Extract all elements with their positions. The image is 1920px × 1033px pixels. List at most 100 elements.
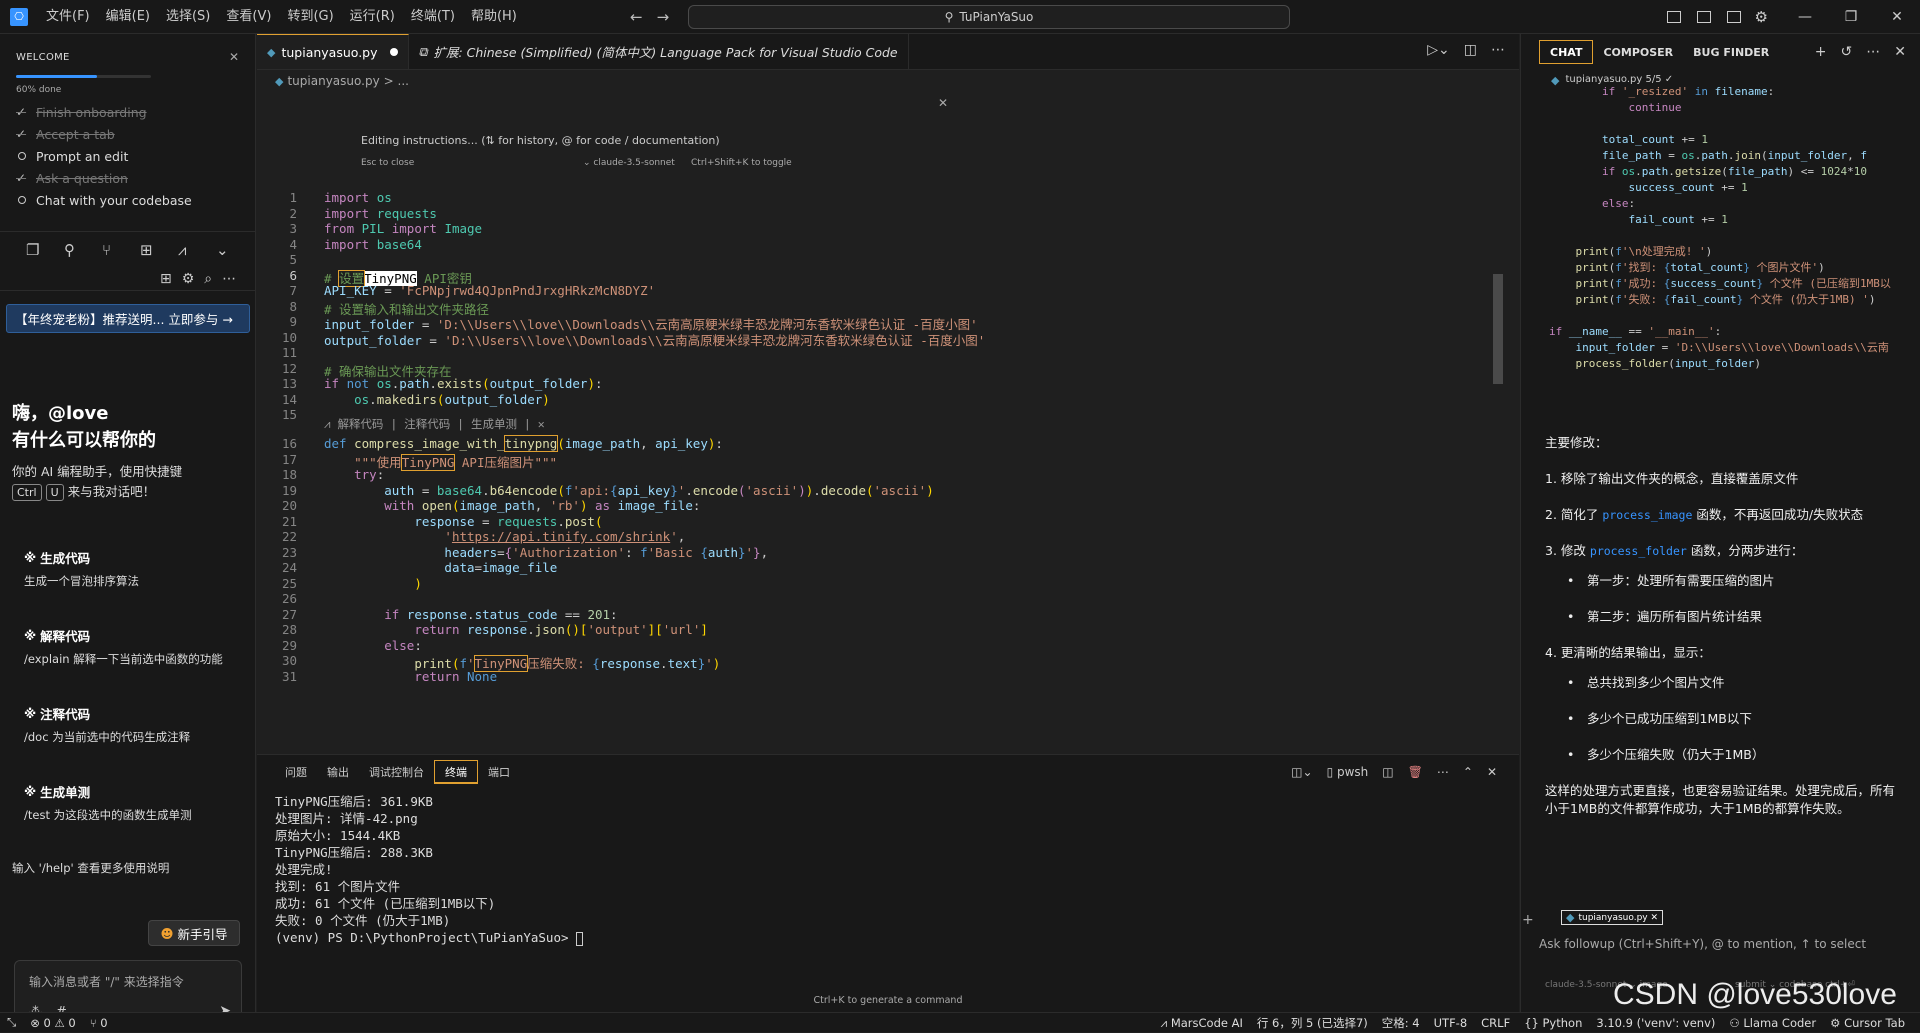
- divider: [0, 290, 256, 291]
- menu-run[interactable]: 运行(R): [342, 0, 403, 34]
- onboarding-item[interactable]: ✓ Finish onboarding: [16, 101, 241, 123]
- breadcrumb-file[interactable]: tupianyasuo.py: [287, 74, 379, 88]
- cursor-tab-status[interactable]: ⚙ Cursor Tab: [1823, 1016, 1912, 1030]
- line-number: 4: [289, 237, 297, 252]
- tab-problems[interactable]: 问题: [275, 760, 317, 784]
- menu-help[interactable]: 帮助(H): [463, 0, 525, 34]
- context-chip[interactable]: ◆ tupianyasuo.py ✕: [1561, 910, 1664, 925]
- split-editor-icon[interactable]: ◫: [1464, 42, 1477, 58]
- command-generate[interactable]: ※ 生成代码 生成一个冒泡排序算法: [24, 548, 250, 589]
- close-window-icon[interactable]: ✕: [1874, 9, 1920, 25]
- more-icon[interactable]: ⋯: [222, 271, 236, 287]
- extensions-icon[interactable]: ⊞: [140, 241, 178, 259]
- feedback-icon[interactable]: ⌕: [204, 271, 212, 287]
- code-editor[interactable]: 1 2 3 4 5 6 7 8 9 10 11 12 13 14 15 16 17 18 19 20 21 22 23 24 2…: [257, 184, 1505, 754]
- plus-icon[interactable]: +: [1815, 44, 1827, 60]
- inline-edit-prompt[interactable]: ✕ Editing instructions... (⇅ for history…: [349, 94, 1119, 184]
- toggle-sidebar-icon[interactable]: [1666, 11, 1681, 23]
- promo-banner[interactable]: 【年终宠老粉】推荐送明... 立即参与 →: [6, 304, 250, 333]
- codelens[interactable]: ⩘ 解释代码 | 注释代码 | 生成单测 | ✕: [324, 416, 545, 432]
- tab-tupianyasuo[interactable]: ◆ tupianyasuo.py: [257, 34, 409, 69]
- run-icon[interactable]: ▷⌄: [1427, 42, 1450, 58]
- scrollbar-thumb[interactable]: [1493, 274, 1503, 384]
- command-center-search[interactable]: ⚲ TuPianYaSuo: [688, 5, 1290, 29]
- guide-button[interactable]: ☻ 新手引导: [148, 920, 240, 946]
- search-icon[interactable]: ⚲: [64, 241, 102, 259]
- more-icon[interactable]: ⋯: [1866, 44, 1880, 60]
- editor-scrollbar[interactable]: [1491, 184, 1505, 754]
- maximize-panel-icon[interactable]: ⌃: [1463, 765, 1473, 779]
- indentation[interactable]: 空格: 4: [1375, 1015, 1427, 1031]
- terminal-output[interactable]: TinyPNG压缩后: 361.9KB 处理图片: 详情-42.png 原始大小: …: [275, 793, 1495, 993]
- python-interpreter[interactable]: 3.10.9 ('venv': venv): [1589, 1016, 1722, 1030]
- close-icon[interactable]: ✕: [1894, 44, 1906, 60]
- command-test[interactable]: ※ 生成单测 /test 为这段选中的函数生成单测: [24, 782, 250, 823]
- more-icon[interactable]: ⋯: [1437, 765, 1449, 779]
- onboarding-item[interactable]: ✓ Ask a question: [16, 167, 241, 189]
- llama-coder-status[interactable]: ⚇ Llama Coder: [1722, 1016, 1823, 1030]
- tab-output[interactable]: 输出: [317, 760, 359, 784]
- code-line: ): [414, 576, 422, 591]
- remote-icon[interactable]: ⤡: [0, 1015, 23, 1030]
- menu-go[interactable]: 转到(G): [279, 0, 341, 34]
- more-icon[interactable]: ⋯: [1491, 42, 1505, 58]
- trash-icon[interactable]: 🗑: [1408, 765, 1423, 779]
- code-line: os.makedirs(output_folder): [354, 392, 550, 407]
- unsaved-dot-icon[interactable]: [389, 48, 398, 56]
- tab-chat[interactable]: CHAT: [1539, 40, 1594, 64]
- encoding[interactable]: UTF-8: [1427, 1016, 1475, 1030]
- tab-bug-finder[interactable]: BUG FINDER: [1683, 40, 1779, 64]
- command-explain[interactable]: ※ 解释代码 /explain 解释一下当前选中函数的功能: [24, 626, 250, 667]
- terminal-line: 成功: 61 个文件 (已压缩到1MB以下): [275, 896, 496, 911]
- cursor-position[interactable]: 行 6，列 5 (已选择7): [1250, 1015, 1375, 1031]
- problems-status[interactable]: ⊗ 0 ⚠ 0: [23, 1016, 83, 1030]
- close-icon[interactable]: ✕: [938, 96, 948, 110]
- tab-terminal[interactable]: 终端: [434, 760, 478, 784]
- new-terminal-icon[interactable]: ◫⌄: [1291, 765, 1312, 779]
- plus-icon[interactable]: +: [1522, 912, 1534, 928]
- restore-icon[interactable]: ❐: [1828, 9, 1874, 25]
- split-terminal-icon[interactable]: ◫: [1382, 765, 1393, 779]
- marscode-icon[interactable]: ⩘: [178, 241, 216, 259]
- toggle-panel-icon[interactable]: [1696, 11, 1711, 23]
- menu-terminal[interactable]: 终端(T): [403, 0, 463, 34]
- menu-edit[interactable]: 编辑(E): [98, 0, 158, 34]
- code-line: return None: [414, 669, 498, 684]
- followup-input[interactable]: Ask followup (Ctrl+Shift+Y), @ to mentio…: [1539, 937, 1866, 951]
- explorer-icon[interactable]: ❐: [26, 241, 64, 259]
- onboarding-item[interactable]: Chat with your codebase: [16, 189, 241, 211]
- history-icon[interactable]: ↺: [1841, 44, 1853, 60]
- close-panel-icon[interactable]: ✕: [1487, 765, 1497, 779]
- new-chat-icon[interactable]: ⊞: [160, 271, 172, 287]
- menu-file[interactable]: 文件(F): [38, 0, 98, 34]
- menu-selection[interactable]: 选择(S): [158, 0, 218, 34]
- onboarding-item[interactable]: Prompt an edit: [16, 145, 241, 167]
- gear-icon[interactable]: ⚙: [1755, 8, 1768, 26]
- line-number: 16: [281, 436, 297, 451]
- code-line: response = requests.post(: [414, 514, 603, 529]
- forward-arrow-icon[interactable]: →: [657, 8, 670, 26]
- breadcrumb-rest[interactable]: > ...: [384, 74, 409, 88]
- language-mode[interactable]: {} Python: [1517, 1016, 1589, 1030]
- gear-icon[interactable]: ⚙: [182, 271, 195, 287]
- inline-edit-placeholder[interactable]: Editing instructions... (⇅ for history, …: [361, 134, 720, 147]
- tab-ports[interactable]: 端口: [478, 760, 520, 784]
- terminal-profile[interactable]: ▯ pwsh: [1327, 765, 1369, 779]
- marscode-status[interactable]: ⩘ MarsCode AI: [1154, 1016, 1250, 1031]
- model-select[interactable]: ⌄ claude-3.5-sonnet: [583, 158, 691, 168]
- source-control-icon[interactable]: ⑂: [102, 241, 140, 259]
- minimize-icon[interactable]: —: [1782, 9, 1828, 25]
- menu-view[interactable]: 查看(V): [218, 0, 279, 34]
- onboarding-item[interactable]: ✓ Accept a tab: [16, 123, 241, 145]
- close-icon[interactable]: ✕: [229, 50, 239, 64]
- chevron-down-icon[interactable]: ⌄: [216, 241, 254, 259]
- ports-status[interactable]: ⑂ 0: [83, 1016, 115, 1030]
- line-ending[interactable]: CRLF: [1474, 1016, 1517, 1030]
- command-doc[interactable]: ※ 注释代码 /doc 为当前选中的代码生成注释: [24, 704, 250, 745]
- toggle-secondary-sidebar-icon[interactable]: [1726, 11, 1741, 23]
- tab-debug-console[interactable]: 调试控制台: [359, 760, 434, 784]
- back-arrow-icon[interactable]: ←: [630, 8, 643, 26]
- progress-fill: [16, 75, 97, 78]
- tab-language-pack[interactable]: ⧉ 扩展: Chinese (Simplified) (简体中文) Langua…: [409, 34, 909, 69]
- tab-composer[interactable]: COMPOSER: [1593, 40, 1683, 64]
